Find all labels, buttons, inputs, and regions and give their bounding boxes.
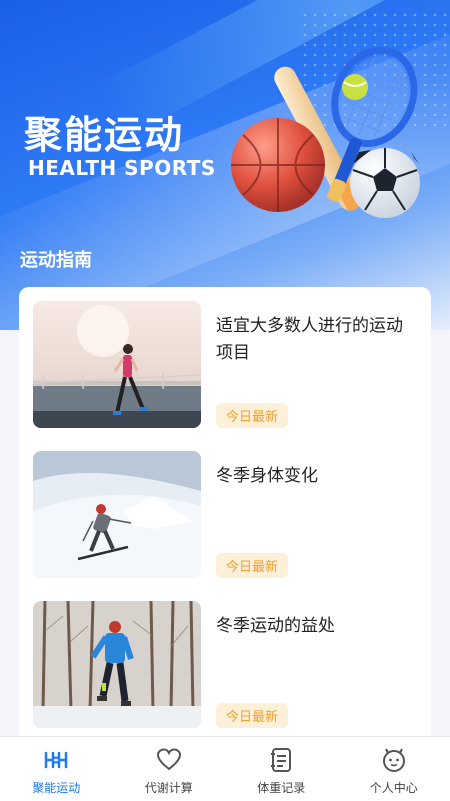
article-list: 适宜大多数人进行的运动项目 今日最新 冬季身体变化 今日最新: [19, 287, 431, 747]
tab-metabolism[interactable]: 代谢计算: [113, 737, 226, 801]
bottom-tab-bar: 聚能运动 代谢计算 体重记录 个人中心: [0, 736, 450, 801]
article-title: 适宜大多数人进行的运动项目: [216, 313, 416, 367]
sports-balls-illustration: [225, 40, 435, 240]
list-item[interactable]: 适宜大多数人进行的运动项目 今日最新: [33, 301, 419, 429]
heart-icon: [156, 747, 182, 773]
article-title: 冬季运动的益处: [216, 613, 416, 640]
status-badge: 今日最新: [216, 403, 288, 428]
article-title: 冬季身体变化: [216, 463, 416, 490]
list-item[interactable]: 冬季身体变化 今日最新: [33, 451, 419, 579]
list-item[interactable]: 冬季运动的益处 今日最新: [33, 601, 419, 729]
hero-banner: 聚能运动 HEALTH SPORTS: [0, 0, 450, 330]
status-badge: 今日最新: [216, 703, 288, 728]
section-title: 运动指南: [20, 246, 92, 272]
tab-label: 代谢计算: [113, 779, 226, 796]
tab-sports[interactable]: 聚能运动: [0, 737, 113, 801]
article-image: [33, 601, 201, 728]
article-image: [33, 451, 201, 578]
notebook-icon: [268, 747, 294, 773]
tab-label: 聚能运动: [0, 779, 113, 796]
status-badge: 今日最新: [216, 553, 288, 578]
tab-profile[interactable]: 个人中心: [338, 737, 450, 801]
sports-home-icon: [43, 747, 69, 773]
hero-subtitle: HEALTH SPORTS: [28, 156, 216, 180]
tab-label: 体重记录: [225, 779, 338, 796]
article-image: [33, 301, 201, 428]
face-icon: [381, 747, 407, 773]
tab-label: 个人中心: [338, 779, 450, 796]
tab-weight[interactable]: 体重记录: [225, 737, 338, 801]
hero-title: 聚能运动: [24, 104, 184, 159]
